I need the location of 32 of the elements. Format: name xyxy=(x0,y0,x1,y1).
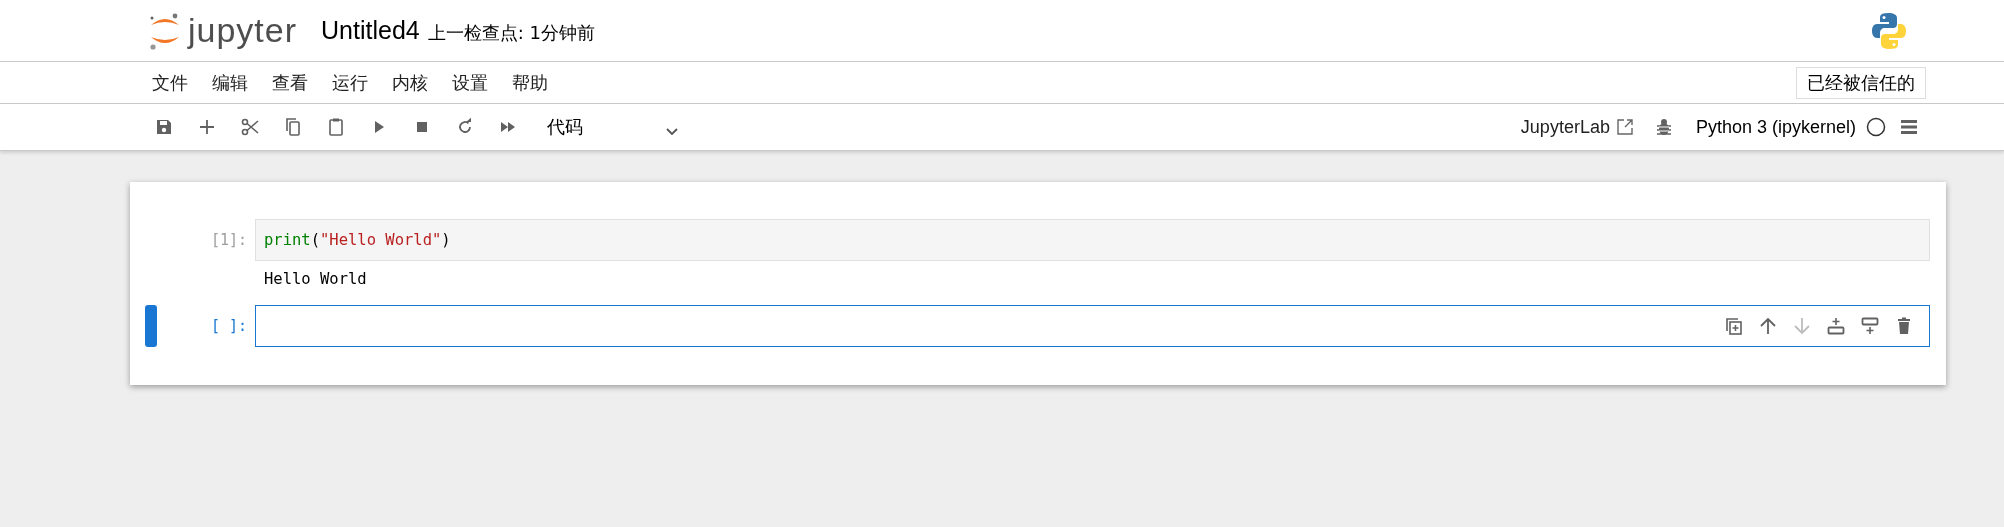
menu-item[interactable]: 查看 xyxy=(262,70,318,95)
input-prompt: [1]: xyxy=(209,231,248,249)
menu-item[interactable]: 内核 xyxy=(382,70,438,95)
menu-item[interactable]: 帮助 xyxy=(502,70,558,95)
down-arrow-icon xyxy=(1792,316,1812,336)
caret-icon xyxy=(665,126,679,136)
insert-below-icon xyxy=(1860,316,1880,336)
notebook-name[interactable]: Untitled4 xyxy=(321,16,420,45)
python-logo-icon xyxy=(1872,11,1906,50)
kernel-name[interactable]: Python 3 (ipykernel) xyxy=(1695,116,1856,138)
cell-output: Hello World xyxy=(263,270,367,288)
menu-icon[interactable] xyxy=(1900,119,1918,135)
menu-item[interactable]: 设置 xyxy=(442,70,498,95)
copy-icon xyxy=(1724,316,1744,336)
jupyterlab-link[interactable]: JupyterLab xyxy=(1520,116,1610,138)
insert-above-icon xyxy=(1826,316,1846,336)
trusted-indicator[interactable]: 已经被信任的 xyxy=(1796,66,1926,99)
external-link-icon[interactable] xyxy=(1615,118,1634,136)
checkpoint-status: 上一检查点: 1分钟前 xyxy=(427,20,595,45)
code-input[interactable]: print("Hello World") xyxy=(255,219,1930,261)
scissors-icon xyxy=(239,117,260,137)
code-input[interactable] xyxy=(255,305,1930,347)
up-arrow-icon xyxy=(1758,316,1778,336)
input-prompt: [ ]: xyxy=(209,317,248,335)
jupyter-logo[interactable]: jupyter xyxy=(148,10,298,51)
code-line: print("Hello World") xyxy=(264,231,451,249)
menu-item[interactable]: 运行 xyxy=(322,70,378,95)
menu-item[interactable]: 文件 xyxy=(142,70,198,95)
bug-icon[interactable] xyxy=(1655,118,1672,136)
cell-type-dropdown[interactable]: 代码 xyxy=(543,115,683,139)
menu-item[interactable]: 编辑 xyxy=(202,70,258,95)
kernel-idle-icon xyxy=(1866,117,1886,137)
